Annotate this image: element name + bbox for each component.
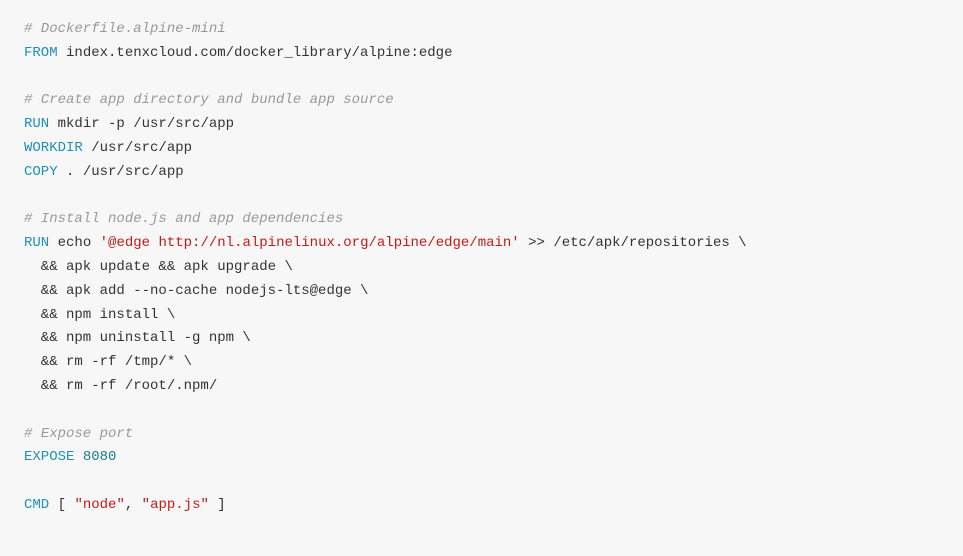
comment-line: # Install node.js and app dependencies [24, 211, 343, 227]
run-keyword: RUN [24, 235, 49, 251]
expose-keyword: EXPOSE [24, 449, 74, 465]
run-keyword: RUN [24, 116, 49, 132]
redirect-text: >> /etc/apk/repositories \ [520, 235, 747, 251]
space [74, 449, 82, 465]
port-number: 8080 [83, 449, 117, 465]
copy-value: . /usr/src/app [58, 164, 184, 180]
continuation-line: && npm uninstall -g npm \ [24, 330, 251, 346]
run-value: mkdir -p /usr/src/app [49, 116, 234, 132]
comment-line: # Dockerfile.alpine-mini [24, 21, 226, 37]
copy-keyword: COPY [24, 164, 58, 180]
continuation-line: && apk add --no-cache nodejs-lts@edge \ [24, 283, 368, 299]
from-value: index.tenxcloud.com/docker_library/alpin… [58, 45, 453, 61]
comment-line: # Create app directory and bundle app so… [24, 92, 394, 108]
comment-line: # Expose port [24, 426, 133, 442]
string-literal: "app.js" [142, 497, 209, 513]
string-literal: '@edge http://nl.alpinelinux.org/alpine/… [100, 235, 520, 251]
continuation-line: && apk update && apk upgrade \ [24, 259, 293, 275]
continuation-line: && rm -rf /root/.npm/ [24, 378, 217, 394]
bracket-text: ] [209, 497, 226, 513]
bracket-text: [ [49, 497, 74, 513]
dockerfile-code-block: # Dockerfile.alpine-mini FROM index.tenx… [24, 18, 939, 518]
cmd-keyword: CMD [24, 497, 49, 513]
continuation-line: && rm -rf /tmp/* \ [24, 354, 192, 370]
continuation-line: && npm install \ [24, 307, 175, 323]
workdir-keyword: WORKDIR [24, 140, 83, 156]
echo-text: echo [49, 235, 99, 251]
from-keyword: FROM [24, 45, 58, 61]
string-literal: "node" [74, 497, 124, 513]
workdir-value: /usr/src/app [83, 140, 192, 156]
comma-text: , [125, 497, 142, 513]
